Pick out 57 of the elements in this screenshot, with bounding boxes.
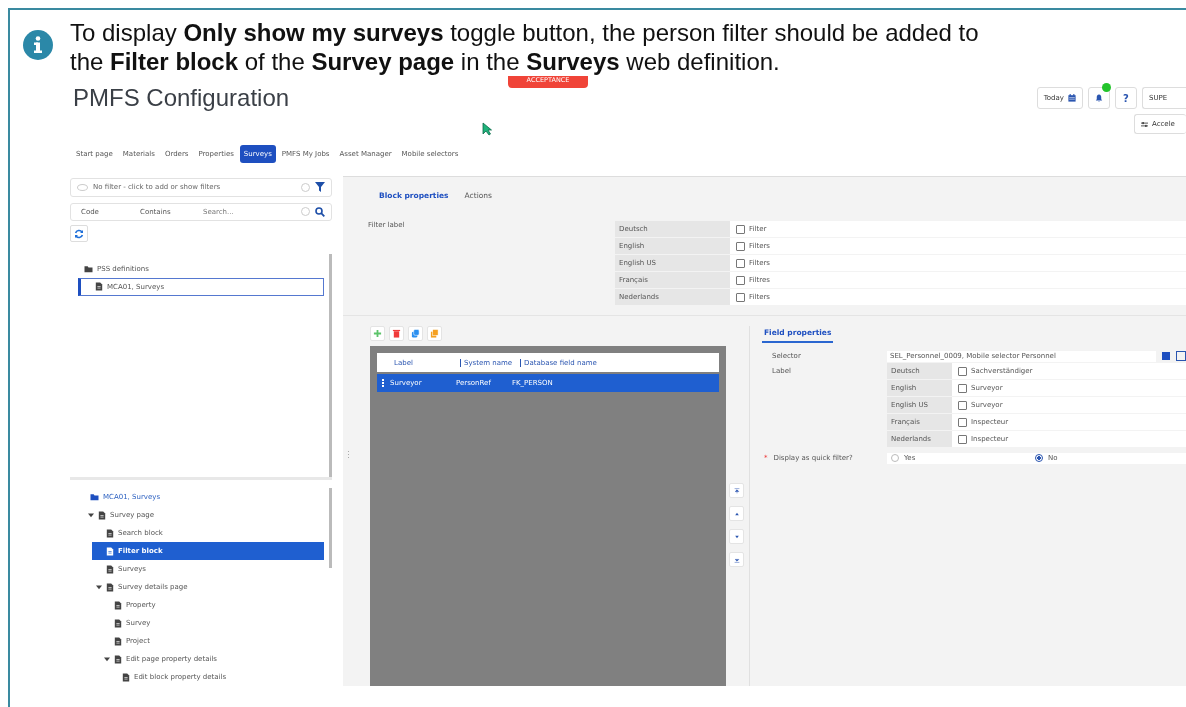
document-icon <box>114 636 122 646</box>
document-icon <box>98 510 106 520</box>
checkbox[interactable] <box>958 383 967 393</box>
refresh-icon <box>74 228 84 239</box>
document-icon <box>106 564 114 574</box>
caret-icon <box>104 656 110 662</box>
checkbox[interactable] <box>958 400 967 410</box>
checkbox[interactable] <box>958 366 967 376</box>
checkbox[interactable] <box>736 224 745 234</box>
trash-icon <box>392 329 401 338</box>
copy-button[interactable] <box>408 326 423 341</box>
arrow-to-bottom-icon <box>733 556 740 563</box>
document-icon <box>106 528 114 538</box>
checkbox[interactable] <box>736 292 745 302</box>
checkbox[interactable] <box>736 258 745 268</box>
drag-handle[interactable] <box>348 451 349 459</box>
calendar-icon <box>1068 94 1076 102</box>
bell-icon <box>1095 94 1103 102</box>
open-button[interactable] <box>1176 351 1186 361</box>
info-icon <box>23 30 53 60</box>
caret-icon <box>88 512 94 518</box>
note-text: To display Only show my surveys toggle button, the person filter should be added to the Filter block of the Survey page in the Surveys web definition. <box>70 18 980 76</box>
folder-icon <box>84 264 93 273</box>
copy-icon <box>430 329 439 338</box>
drag-handle[interactable] <box>382 378 384 388</box>
scrollbar[interactable] <box>329 253 332 478</box>
move-to-top-button[interactable] <box>729 483 744 498</box>
plus-icon <box>373 329 382 338</box>
document-icon <box>114 618 122 628</box>
move-to-bottom-button[interactable] <box>729 552 744 567</box>
arrow-to-top-icon <box>733 487 740 494</box>
refresh-button[interactable] <box>70 225 88 242</box>
radio-button[interactable] <box>891 454 899 462</box>
help-button[interactable]: ? <box>1115 87 1137 109</box>
document-icon <box>114 600 122 610</box>
cursor-icon <box>482 122 492 136</box>
folder-icon <box>90 493 99 501</box>
checkbox[interactable] <box>736 241 745 251</box>
app-title: PMFS Configuration <box>72 83 291 112</box>
search-icon <box>315 206 325 217</box>
delete-button[interactable] <box>389 326 404 341</box>
caret-icon <box>96 584 102 590</box>
arrow-up-icon <box>733 510 740 517</box>
document-icon <box>122 672 130 682</box>
sliders-icon <box>1141 120 1148 128</box>
document-icon <box>106 546 114 556</box>
checkbox[interactable] <box>958 434 967 444</box>
arrow-down-icon <box>733 533 740 540</box>
scrollbar[interactable] <box>329 488 332 568</box>
radio-button[interactable] <box>1035 454 1043 462</box>
document-icon <box>95 282 103 292</box>
document-icon <box>106 582 114 592</box>
copy-icon <box>411 329 420 338</box>
checkbox[interactable] <box>958 417 967 427</box>
checkbox[interactable] <box>736 275 745 285</box>
filter-icon[interactable] <box>315 182 325 193</box>
document-icon <box>114 654 122 664</box>
